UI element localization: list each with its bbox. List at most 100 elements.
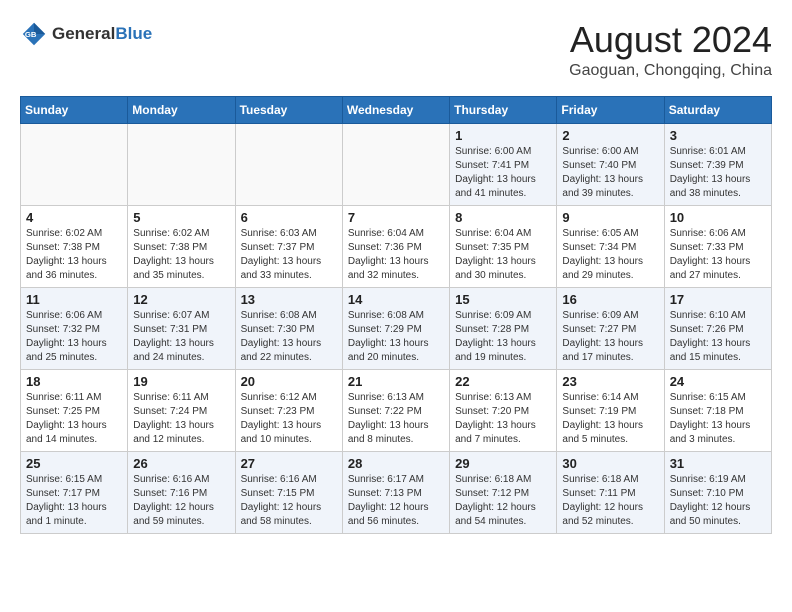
day-number: 3 xyxy=(670,128,766,143)
day-info: Sunrise: 6:09 AM Sunset: 7:27 PM Dayligh… xyxy=(562,309,658,365)
month-year-title: August 2024 xyxy=(569,20,772,60)
day-info: Sunrise: 6:15 AM Sunset: 7:17 PM Dayligh… xyxy=(26,473,122,529)
calendar-cell xyxy=(235,123,342,205)
day-number: 18 xyxy=(26,374,122,389)
calendar-cell: 28Sunrise: 6:17 AM Sunset: 7:13 PM Dayli… xyxy=(342,451,449,533)
calendar-cell: 7 Sunrise: 6:04 AM Sunset: 7:36 PM Daylig… xyxy=(342,205,449,287)
day-of-week-header: Wednesday xyxy=(342,96,449,123)
day-number: 21 xyxy=(348,374,444,389)
day-info: Sunrise: 6:17 AM Sunset: 7:13 PM Dayligh… xyxy=(348,473,444,529)
location-subtitle: Gaoguan, Chongqing, China xyxy=(569,62,772,80)
calendar-cell: 10Sunrise: 6:06 AM Sunset: 7:33 PM Dayli… xyxy=(664,205,771,287)
day-info: Sunrise: 6:02 AM Sunset: 7:38 PM Dayligh… xyxy=(26,227,122,283)
calendar-cell xyxy=(342,123,449,205)
day-info: Sunrise: 6:00 AM Sunset: 7:41 PM Dayligh… xyxy=(455,145,551,201)
day-info: Sunrise: 6:18 AM Sunset: 7:12 PM Dayligh… xyxy=(455,473,551,529)
day-of-week-header: Thursday xyxy=(450,96,557,123)
calendar-cell: 24 Sunrise: 6:15 AM Sunset: 7:18 PM Dayli… xyxy=(664,369,771,451)
calendar-cell: 27Sunrise: 6:16 AM Sunset: 7:15 PM Dayli… xyxy=(235,451,342,533)
calendar-cell: 17 Sunrise: 6:10 AM Sunset: 7:26 PM Dayli… xyxy=(664,287,771,369)
day-number: 12 xyxy=(133,292,229,307)
day-info: Sunrise: 6:02 AM Sunset: 7:38 PM Dayligh… xyxy=(133,227,229,283)
day-number: 14 xyxy=(348,292,444,307)
logo-blue: Blue xyxy=(115,24,152,43)
calendar-cell: 25Sunrise: 6:15 AM Sunset: 7:17 PM Dayli… xyxy=(21,451,128,533)
calendar-cell: 31 Sunrise: 6:19 AM Sunset: 7:10 PM Dayli… xyxy=(664,451,771,533)
calendar-cell: 3 Sunrise: 6:01 AM Sunset: 7:39 PM Daylig… xyxy=(664,123,771,205)
calendar-cell: 14 Sunrise: 6:08 AM Sunset: 7:29 PM Dayli… xyxy=(342,287,449,369)
calendar-cell: 6Sunrise: 6:03 AM Sunset: 7:37 PM Daylig… xyxy=(235,205,342,287)
day-of-week-header: Saturday xyxy=(664,96,771,123)
day-number: 24 xyxy=(670,374,766,389)
calendar-cell: 30 Sunrise: 6:18 AM Sunset: 7:11 PM Dayli… xyxy=(557,451,664,533)
calendar-cell: 23Sunrise: 6:14 AM Sunset: 7:19 PM Dayli… xyxy=(557,369,664,451)
calendar-week-row: 4 Sunrise: 6:02 AM Sunset: 7:38 PM Daylig… xyxy=(21,205,772,287)
day-info: Sunrise: 6:18 AM Sunset: 7:11 PM Dayligh… xyxy=(562,473,658,529)
day-number: 16 xyxy=(562,292,658,307)
calendar-week-row: 25Sunrise: 6:15 AM Sunset: 7:17 PM Dayli… xyxy=(21,451,772,533)
calendar-cell: 19Sunrise: 6:11 AM Sunset: 7:24 PM Dayli… xyxy=(128,369,235,451)
day-info: Sunrise: 6:19 AM Sunset: 7:10 PM Dayligh… xyxy=(670,473,766,529)
day-number: 9 xyxy=(562,210,658,225)
logo[interactable]: GB GeneralBlue xyxy=(20,20,152,48)
calendar-cell: 29 Sunrise: 6:18 AM Sunset: 7:12 PM Dayli… xyxy=(450,451,557,533)
calendar-cell: 11 Sunrise: 6:06 AM Sunset: 7:32 PM Dayli… xyxy=(21,287,128,369)
day-info: Sunrise: 6:08 AM Sunset: 7:29 PM Dayligh… xyxy=(348,309,444,365)
calendar-cell: 22Sunrise: 6:13 AM Sunset: 7:20 PM Dayli… xyxy=(450,369,557,451)
day-number: 26 xyxy=(133,456,229,471)
calendar-header-row: SundayMondayTuesdayWednesdayThursdayFrid… xyxy=(21,96,772,123)
day-number: 15 xyxy=(455,292,551,307)
day-of-week-header: Friday xyxy=(557,96,664,123)
day-number: 11 xyxy=(26,292,122,307)
day-info: Sunrise: 6:00 AM Sunset: 7:40 PM Dayligh… xyxy=(562,145,658,201)
calendar-cell: 8 Sunrise: 6:04 AM Sunset: 7:35 PM Daylig… xyxy=(450,205,557,287)
day-number: 23 xyxy=(562,374,658,389)
day-number: 31 xyxy=(670,456,766,471)
day-number: 4 xyxy=(26,210,122,225)
calendar-cell: 5Sunrise: 6:02 AM Sunset: 7:38 PM Daylig… xyxy=(128,205,235,287)
calendar-cell: 21Sunrise: 6:13 AM Sunset: 7:22 PM Dayli… xyxy=(342,369,449,451)
day-number: 17 xyxy=(670,292,766,307)
calendar-cell xyxy=(128,123,235,205)
day-info: Sunrise: 6:03 AM Sunset: 7:37 PM Dayligh… xyxy=(241,227,337,283)
day-number: 30 xyxy=(562,456,658,471)
day-info: Sunrise: 6:06 AM Sunset: 7:32 PM Dayligh… xyxy=(26,309,122,365)
day-number: 29 xyxy=(455,456,551,471)
calendar-table: SundayMondayTuesdayWednesdayThursdayFrid… xyxy=(20,96,772,534)
day-info: Sunrise: 6:11 AM Sunset: 7:25 PM Dayligh… xyxy=(26,391,122,447)
day-info: Sunrise: 6:12 AM Sunset: 7:23 PM Dayligh… xyxy=(241,391,337,447)
day-number: 10 xyxy=(670,210,766,225)
day-info: Sunrise: 6:09 AM Sunset: 7:28 PM Dayligh… xyxy=(455,309,551,365)
day-of-week-header: Monday xyxy=(128,96,235,123)
day-info: Sunrise: 6:01 AM Sunset: 7:39 PM Dayligh… xyxy=(670,145,766,201)
title-block: August 2024 Gaoguan, Chongqing, China xyxy=(569,20,772,80)
day-info: Sunrise: 6:07 AM Sunset: 7:31 PM Dayligh… xyxy=(133,309,229,365)
calendar-cell: 12 Sunrise: 6:07 AM Sunset: 7:31 PM Dayli… xyxy=(128,287,235,369)
calendar-cell: 18 Sunrise: 6:11 AM Sunset: 7:25 PM Dayli… xyxy=(21,369,128,451)
logo-text: GeneralBlue xyxy=(52,25,152,44)
day-number: 13 xyxy=(241,292,337,307)
day-info: Sunrise: 6:10 AM Sunset: 7:26 PM Dayligh… xyxy=(670,309,766,365)
day-of-week-header: Sunday xyxy=(21,96,128,123)
day-info: Sunrise: 6:15 AM Sunset: 7:18 PM Dayligh… xyxy=(670,391,766,447)
calendar-cell: 26 Sunrise: 6:16 AM Sunset: 7:16 PM Dayli… xyxy=(128,451,235,533)
day-info: Sunrise: 6:05 AM Sunset: 7:34 PM Dayligh… xyxy=(562,227,658,283)
day-info: Sunrise: 6:11 AM Sunset: 7:24 PM Dayligh… xyxy=(133,391,229,447)
calendar-cell: 2Sunrise: 6:00 AM Sunset: 7:40 PM Daylig… xyxy=(557,123,664,205)
day-number: 8 xyxy=(455,210,551,225)
calendar-cell: 16 Sunrise: 6:09 AM Sunset: 7:27 PM Dayli… xyxy=(557,287,664,369)
day-number: 7 xyxy=(348,210,444,225)
day-info: Sunrise: 6:16 AM Sunset: 7:16 PM Dayligh… xyxy=(133,473,229,529)
calendar-cell: 9 Sunrise: 6:05 AM Sunset: 7:34 PM Daylig… xyxy=(557,205,664,287)
day-number: 20 xyxy=(241,374,337,389)
day-number: 1 xyxy=(455,128,551,143)
day-info: Sunrise: 6:04 AM Sunset: 7:35 PM Dayligh… xyxy=(455,227,551,283)
calendar-cell xyxy=(21,123,128,205)
calendar-week-row: 11 Sunrise: 6:06 AM Sunset: 7:32 PM Dayli… xyxy=(21,287,772,369)
day-info: Sunrise: 6:08 AM Sunset: 7:30 PM Dayligh… xyxy=(241,309,337,365)
calendar-cell: 4 Sunrise: 6:02 AM Sunset: 7:38 PM Daylig… xyxy=(21,205,128,287)
calendar-cell: 1 Sunrise: 6:00 AM Sunset: 7:41 PM Daylig… xyxy=(450,123,557,205)
calendar-week-row: 18 Sunrise: 6:11 AM Sunset: 7:25 PM Dayli… xyxy=(21,369,772,451)
svg-text:GB: GB xyxy=(25,30,37,39)
day-info: Sunrise: 6:04 AM Sunset: 7:36 PM Dayligh… xyxy=(348,227,444,283)
